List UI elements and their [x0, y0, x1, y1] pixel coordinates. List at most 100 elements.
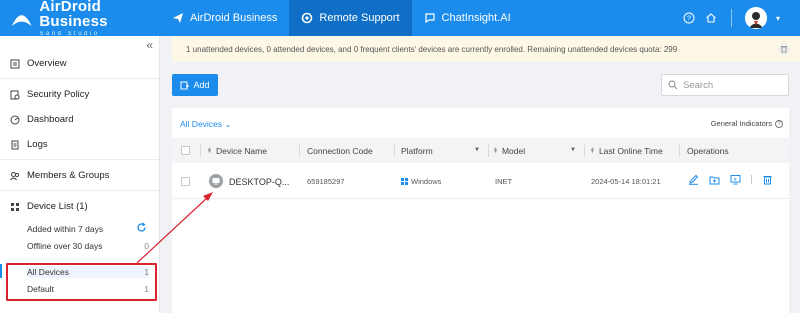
select-all-checkbox[interactable] — [181, 146, 190, 155]
divider — [584, 144, 585, 157]
platform: Windows — [401, 177, 441, 186]
nav-label: AirDroid Business — [190, 12, 278, 24]
general-indicators-label: General Indicators — [710, 119, 772, 128]
support-icon — [302, 12, 313, 24]
remote-control-icon[interactable] — [730, 174, 741, 185]
sidebar-subitem-all-devices[interactable]: All Devices 1 — [27, 266, 149, 278]
platform-label: Windows — [411, 177, 442, 186]
sidebar-item-label: Security Policy — [27, 89, 90, 100]
subitem-count: 1 — [144, 284, 149, 294]
sidebar-item-overview[interactable]: Overview — [10, 58, 67, 69]
app-logo[interactable]: AirDroid Business Sand Studio — [0, 0, 160, 37]
nav-chatinsight[interactable]: ChatInsight.AI — [412, 0, 523, 36]
chat-icon — [424, 13, 435, 24]
help-icon: ? — [775, 119, 783, 128]
column-platform[interactable]: Platform — [401, 146, 433, 156]
column-model[interactable]: ▲ ▼ Model — [493, 146, 525, 156]
nav-remote-support[interactable]: Remote Support — [289, 0, 412, 36]
quota-notice: 1 unattended devices, 0 attended devices… — [172, 36, 800, 62]
send-icon — [173, 13, 183, 23]
active-indicator — [0, 264, 2, 278]
overview-icon — [10, 59, 20, 68]
table-row[interactable]: DESKTOP-Q... 659185297 Windows INET 2024… — [172, 163, 789, 199]
divider — [0, 159, 159, 160]
top-bar: AirDroid Business Sand Studio AirDroid B… — [0, 0, 800, 37]
divider — [751, 175, 752, 184]
members-icon — [10, 171, 20, 180]
connection-code: 659185297 — [307, 177, 345, 186]
sidebar-item-device-list[interactable]: Device List (1) — [10, 201, 88, 212]
sidebar-item-members-groups[interactable]: Members & Groups — [10, 170, 109, 181]
column-label: Model — [501, 146, 526, 156]
device-list-icon — [11, 202, 19, 211]
windows-icon — [401, 178, 408, 185]
sort-icon: ▲ ▼ — [493, 146, 498, 155]
model: INET — [495, 177, 513, 186]
search-icon — [668, 80, 678, 90]
trash-icon[interactable] — [778, 43, 790, 55]
sort-icon: ▲ ▼ — [207, 146, 212, 155]
sidebar-item-label: Device List (1) — [27, 201, 88, 212]
divider — [200, 144, 201, 157]
airdroid-logo-icon — [11, 15, 32, 27]
filter-dropdown-icon[interactable]: ▼ — [474, 147, 480, 153]
sidebar-subitem-added-7-days[interactable]: Added within 7 days — [27, 224, 149, 234]
divider — [730, 9, 732, 27]
divider — [488, 144, 489, 157]
sidebar-subitem-offline-30-days[interactable]: Offline over 30 days 0 — [27, 241, 149, 251]
subitem-label: Added within 7 days — [27, 224, 104, 234]
chevron-down-icon[interactable]: ▾ — [776, 14, 780, 23]
sidebar-item-dashboard[interactable]: Dashboard — [10, 114, 73, 125]
move-to-group-icon[interactable] — [709, 174, 720, 185]
divider — [679, 144, 680, 157]
filter-label: All Devices — [180, 119, 223, 129]
device-status-icon — [209, 174, 223, 188]
edit-icon[interactable] — [688, 174, 699, 185]
sort-icon: ▲ ▼ — [590, 146, 595, 155]
notice-text: 1 unattended devices, 0 attended devices… — [186, 45, 678, 54]
nav-airdroid-business[interactable]: AirDroid Business — [160, 0, 289, 36]
search-input[interactable] — [683, 79, 783, 91]
divider — [299, 144, 300, 157]
search-box[interactable] — [661, 74, 789, 96]
row-checkbox[interactable] — [181, 177, 190, 186]
sidebar-item-label: Dashboard — [27, 114, 74, 125]
divider — [394, 144, 395, 157]
sidebar: « Overview Security Policy Dashboard Log… — [0, 36, 160, 313]
help-icon[interactable]: ? — [683, 12, 696, 25]
subitem-count: 0 — [144, 241, 149, 251]
avatar[interactable] — [744, 7, 767, 29]
collapse-sidebar-icon[interactable]: « — [146, 38, 153, 52]
column-last-online-time[interactable]: ▲ ▼ Last Online Time — [590, 146, 663, 156]
column-label: Operations — [687, 146, 729, 156]
column-label: Last Online Time — [598, 146, 663, 156]
device-filter-dropdown[interactable]: All Devices ⌄ — [180, 119, 232, 130]
sidebar-item-label: Logs — [27, 139, 48, 150]
dashboard-icon — [10, 115, 20, 124]
refresh-icon[interactable] — [136, 222, 147, 233]
sidebar-item-label: Members & Groups — [27, 170, 110, 181]
logo-title: AirDroid Business — [39, 0, 108, 30]
filter-dropdown-icon[interactable]: ▼ — [570, 147, 576, 153]
nav-label: ChatInsight.AI — [441, 12, 511, 24]
subitem-count: 1 — [144, 267, 149, 277]
home-icon[interactable] — [705, 12, 718, 25]
column-label: Platform — [401, 146, 433, 156]
general-indicators-link[interactable]: General Indicators ? — [711, 119, 783, 128]
sidebar-subitem-default[interactable]: Default 1 — [27, 284, 149, 294]
security-icon — [10, 90, 20, 99]
delete-icon[interactable] — [762, 174, 773, 185]
subitem-label: All Devices — [27, 267, 70, 277]
sidebar-item-label: Overview — [27, 58, 67, 69]
device-name[interactable]: DESKTOP-Q... — [229, 177, 289, 187]
chevron-down-icon: ⌄ — [224, 119, 232, 129]
sidebar-item-security-policy[interactable]: Security Policy — [10, 89, 89, 100]
row-operations — [688, 174, 773, 185]
column-operations: Operations — [687, 146, 729, 156]
top-nav: AirDroid Business Remote Support ChatIns… — [160, 0, 523, 36]
nav-label: Remote Support — [319, 12, 400, 24]
add-button[interactable]: Add — [172, 74, 218, 96]
column-device-name[interactable]: ▲ ▼ Device Name — [207, 146, 267, 156]
table-header: ▲ ▼ Device Name Connection Code Platform … — [172, 138, 789, 163]
sidebar-item-logs[interactable]: Logs — [10, 139, 48, 150]
